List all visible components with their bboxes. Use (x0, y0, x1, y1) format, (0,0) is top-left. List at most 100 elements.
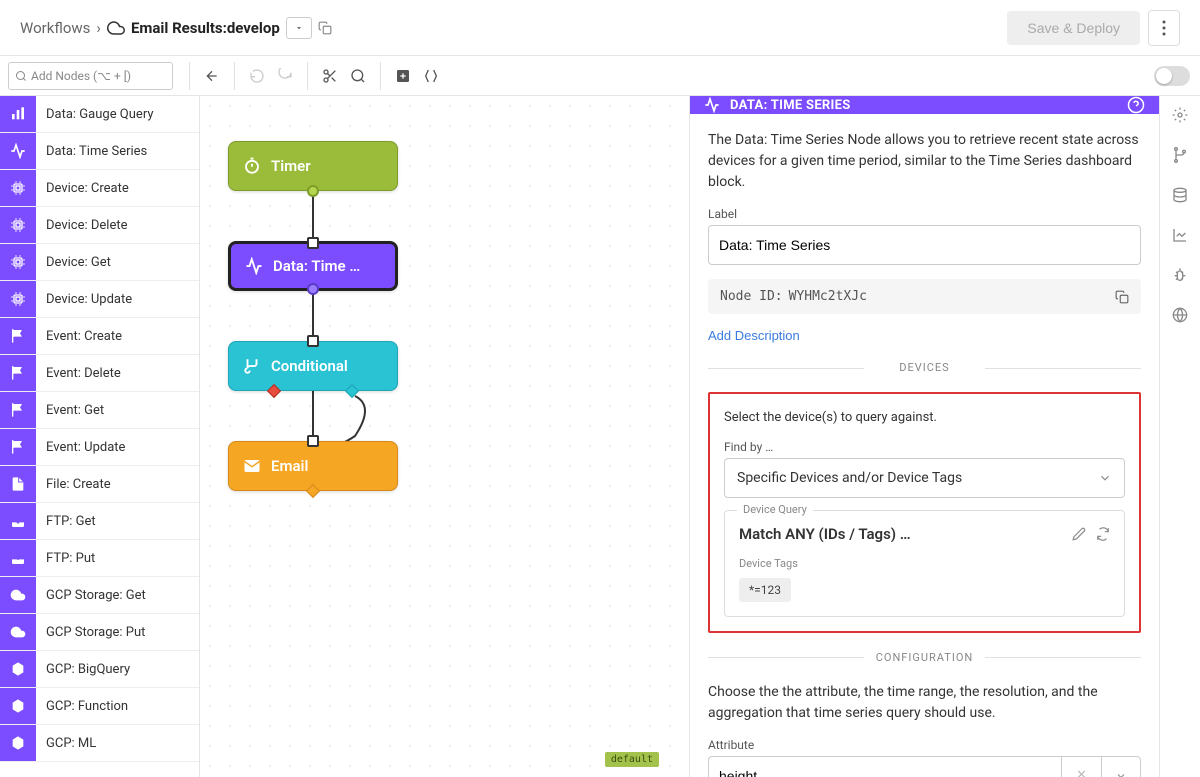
mail-icon (243, 457, 261, 475)
cpu-icon (0, 244, 36, 280)
hex-icon (0, 688, 36, 724)
node-description: The Data: Time Series Node allows you to… (708, 130, 1141, 193)
save-deploy-button[interactable]: Save & Deploy (1007, 11, 1140, 45)
cpu-icon (0, 170, 36, 206)
palette-item[interactable]: Device: Delete (0, 207, 199, 244)
flag-icon (0, 318, 36, 354)
palette-item[interactable]: Device: Get (0, 244, 199, 281)
more-menu-button[interactable] (1148, 10, 1180, 46)
chart-icon[interactable] (1171, 226, 1189, 244)
palette-item-label: File: Create (36, 466, 199, 502)
node-palette: Data: Gauge QueryData: Time SeriesDevice… (0, 96, 200, 777)
node-conditional[interactable]: Conditional (228, 341, 398, 391)
device-query-fieldset: Device Query Match ANY (IDs / Tags) … De… (724, 510, 1125, 617)
back-button[interactable] (198, 62, 226, 90)
devices-configuration: Select the device(s) to query against. F… (708, 392, 1141, 633)
palette-item-label: FTP: Get (36, 503, 199, 539)
palette-item[interactable]: FTP: Put (0, 540, 199, 577)
breadcrumb-root[interactable]: Workflows (20, 19, 90, 37)
add-description-link[interactable]: Add Description (708, 328, 1141, 343)
attribute-input[interactable] (708, 756, 1061, 777)
bar-chart-icon (0, 96, 36, 132)
toggle-switch[interactable] (1154, 66, 1190, 86)
palette-item-label: Data: Gauge Query (36, 96, 199, 132)
palette-item-label: GCP: ML (36, 725, 199, 761)
palette-item[interactable]: Device: Create (0, 170, 199, 207)
copy-icon[interactable] (318, 21, 332, 35)
palette-item-label: GCP Storage: Put (36, 614, 199, 650)
database-icon[interactable] (1171, 186, 1189, 204)
palette-item-label: FTP: Put (36, 540, 199, 576)
add-nodes-search[interactable]: Add Nodes (⌥ + [) (8, 62, 173, 90)
download-icon (0, 503, 36, 539)
palette-item[interactable]: GCP Storage: Get (0, 577, 199, 614)
match-label: Match ANY (IDs / Tags) … (739, 525, 911, 543)
zoom-button[interactable] (344, 62, 372, 90)
branch-icon (243, 357, 261, 375)
panel-title: DATA: TIME SERIES (730, 98, 851, 113)
palette-item[interactable]: Event: Create (0, 318, 199, 355)
palette-item[interactable]: File: Create (0, 466, 199, 503)
upload-icon (0, 540, 36, 576)
devices-section-title: DEVICES (708, 361, 1141, 374)
help-icon[interactable] (1127, 96, 1145, 114)
cloud-icon (107, 19, 125, 37)
palette-item-label: Event: Delete (36, 355, 199, 391)
refresh-icon[interactable] (1096, 527, 1110, 541)
file-icon (0, 466, 36, 502)
label-input[interactable] (708, 225, 1141, 265)
palette-item[interactable]: FTP: Get (0, 503, 199, 540)
palette-item[interactable]: GCP: ML (0, 725, 199, 762)
palette-item[interactable]: GCP: BigQuery (0, 651, 199, 688)
globe-icon[interactable] (1171, 306, 1189, 324)
palette-item-label: Event: Update (36, 429, 199, 465)
palette-item[interactable]: Event: Get (0, 392, 199, 429)
activity-icon (704, 97, 720, 113)
add-button[interactable] (389, 62, 417, 90)
bug-icon[interactable] (1171, 266, 1189, 284)
attribute-label: Attribute (708, 738, 1141, 752)
palette-item[interactable]: GCP: Function (0, 688, 199, 725)
palette-item[interactable]: Device: Update (0, 281, 199, 318)
redo-button[interactable] (271, 62, 299, 90)
node-email[interactable]: Email (228, 441, 398, 491)
cloud-icon (0, 614, 36, 650)
cut-button[interactable] (316, 62, 344, 90)
right-rail (1160, 96, 1200, 777)
config-section-title: CONFIGURATION (708, 651, 1141, 664)
undo-button[interactable] (243, 62, 271, 90)
chevron-down-icon (1098, 471, 1112, 485)
nodeid-box: Node ID: WYHMc2tXJc (708, 279, 1141, 314)
findby-select[interactable]: Specific Devices and/or Device Tags (724, 458, 1125, 498)
label-field-label: Label (708, 207, 1141, 221)
palette-item[interactable]: Data: Gauge Query (0, 96, 199, 133)
palette-item[interactable]: GCP Storage: Put (0, 614, 199, 651)
device-tags-label: Device Tags (739, 557, 1110, 570)
device-tag-chip[interactable]: *=123 (739, 578, 791, 602)
properties-panel: DATA: TIME SERIES The Data: Time Series … (690, 96, 1160, 777)
cloud-icon (0, 577, 36, 613)
hex-icon (0, 651, 36, 687)
palette-item-label: Device: Delete (36, 207, 199, 243)
settings-icon[interactable] (1171, 106, 1189, 124)
attribute-dropdown[interactable] (1101, 756, 1141, 777)
clear-attribute-button[interactable]: ✕ (1061, 756, 1101, 777)
node-data-time-series[interactable]: Data: Time … (228, 241, 398, 291)
more-vert-icon (1162, 20, 1166, 36)
palette-item[interactable]: Event: Update (0, 429, 199, 466)
palette-item-label: GCP: Function (36, 688, 199, 724)
copy-icon[interactable] (1115, 290, 1129, 304)
palette-item[interactable]: Event: Delete (0, 355, 199, 392)
palette-item-label: GCP: BigQuery (36, 651, 199, 687)
findby-label: Find by … (724, 440, 1125, 454)
edit-icon[interactable] (1072, 527, 1086, 541)
code-button[interactable] (417, 62, 445, 90)
palette-item-label: Event: Create (36, 318, 199, 354)
branch-dropdown[interactable] (286, 17, 312, 39)
node-timer[interactable]: Timer (228, 141, 398, 191)
workflow-canvas[interactable]: Timer Data: Time … Conditional Email def… (200, 96, 690, 777)
branch-icon[interactable] (1171, 146, 1189, 164)
flag-icon (0, 429, 36, 465)
palette-item[interactable]: Data: Time Series (0, 133, 199, 170)
activity-icon (245, 257, 263, 275)
